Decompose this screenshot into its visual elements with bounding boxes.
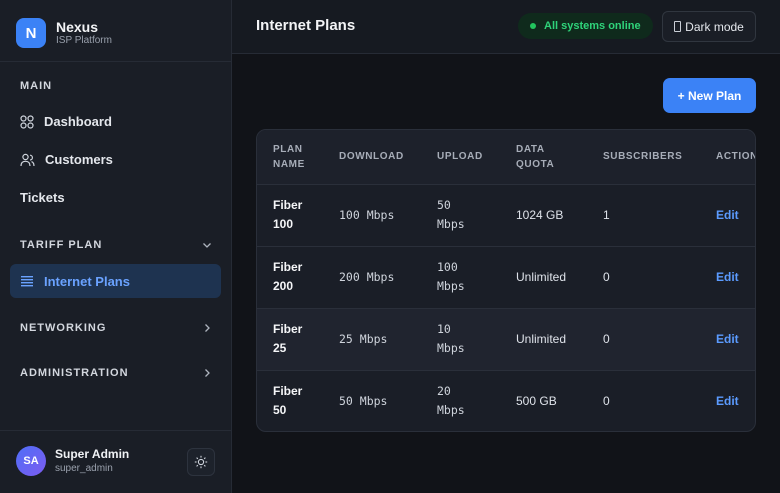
sidebar-item-dashboard[interactable]: Dashboard <box>20 114 112 129</box>
sidebar-item-label: Internet Plans <box>44 273 130 289</box>
upload-cell: 10 Mbps <box>421 308 500 371</box>
section-label-main: MAIN <box>20 80 53 92</box>
grid-icon <box>20 114 34 129</box>
status-dot-icon <box>530 23 536 29</box>
subscribers-cell: 0 <box>587 308 700 371</box>
sidebar-divider <box>0 61 231 62</box>
upload-cell: 100 Mbps <box>421 246 500 309</box>
section-toggle-tariff-plan[interactable]: TARIFF PLAN <box>20 239 212 251</box>
table-row: Fiber 100 100 Mbps 50 Mbps 1024 GB 1 Edi… <box>257 184 755 247</box>
quota-cell: Unlimited <box>500 308 587 371</box>
section-label-networking: NETWORKING <box>20 322 107 334</box>
phone-icon <box>674 21 682 32</box>
list-icon <box>21 276 33 287</box>
quota-cell: 500 GB <box>516 393 557 408</box>
theme-toggle-button[interactable] <box>187 448 215 476</box>
avatar: SA <box>16 446 46 476</box>
column-header: ACTIONS <box>700 130 755 185</box>
section-label-tariff-plan: TARIFF PLAN <box>20 239 103 251</box>
chevron-down-icon <box>203 243 211 248</box>
download-cell: 200 Mbps <box>323 246 421 309</box>
quota-cell: Unlimited <box>500 246 587 309</box>
status-badge: All systems online <box>518 13 653 39</box>
brand-subtitle: ISP Platform <box>56 35 112 46</box>
status-text: All systems online <box>544 20 641 32</box>
brand[interactable]: N Nexus ISP Platform <box>16 17 112 49</box>
dark-mode-button[interactable]: Dark mode <box>662 11 756 42</box>
subscribers-cell: 0 <box>587 246 700 309</box>
edit-link[interactable]: Edit <box>700 370 755 431</box>
sidebar: N Nexus ISP Platform MAIN Dashboard Cust… <box>0 0 232 493</box>
column-header: DATA QUOTA <box>500 130 587 185</box>
table-header-row: PLAN NAME DOWNLOAD UPLOAD DATA QUOTA SUB… <box>257 130 755 185</box>
table-row: Fiber 50 50 Mbps 20 Mbps 500 GB 0 Edit <box>257 370 755 431</box>
edit-link[interactable]: Edit <box>700 308 755 371</box>
new-plan-button[interactable]: + New Plan <box>663 78 756 113</box>
brand-logo: N <box>16 18 46 48</box>
sidebar-item-internet-plans[interactable]: Internet Plans <box>10 264 221 298</box>
column-header: DOWNLOAD <box>323 130 421 185</box>
plan-name-cell: Fiber 25 <box>257 308 323 371</box>
sidebar-item-customers[interactable]: Customers <box>20 152 113 167</box>
download-cell: 50 Mbps <box>339 393 388 408</box>
plan-name-cell: Fiber 50 <box>273 384 303 418</box>
chevron-right-icon <box>205 324 210 332</box>
users-icon <box>20 153 35 166</box>
quota-cell: 1024 GB <box>500 184 587 247</box>
user-profile[interactable]: SA Super Admin super_admin <box>16 446 129 476</box>
page-title: Internet Plans <box>256 17 356 34</box>
plans-table-card: PLAN NAME DOWNLOAD UPLOAD DATA QUOTA SUB… <box>256 129 756 432</box>
download-cell: 25 Mbps <box>323 308 421 371</box>
user-handle: super_admin <box>55 463 113 474</box>
sidebar-item-label: Dashboard <box>44 114 112 129</box>
section-label-administration: ADMINISTRATION <box>20 367 129 379</box>
section-toggle-networking[interactable]: NETWORKING <box>20 322 212 334</box>
download-cell: 100 Mbps <box>323 184 421 247</box>
top-bar: Internet Plans All systems online Dark m… <box>232 0 780 54</box>
table-row: Fiber 25 25 Mbps 10 Mbps Unlimited 0 Edi… <box>257 308 755 371</box>
upload-cell: 50 Mbps <box>421 184 500 247</box>
dark-mode-label: Dark mode <box>685 19 744 34</box>
table-row: Fiber 200 200 Mbps 100 Mbps Unlimited 0 … <box>257 246 755 309</box>
sun-icon <box>194 455 208 469</box>
sidebar-item-label: Customers <box>45 152 113 167</box>
sidebar-item-label: Tickets <box>20 190 65 205</box>
plans-table: PLAN NAME DOWNLOAD UPLOAD DATA QUOTA SUB… <box>257 130 755 431</box>
edit-link[interactable]: Edit <box>700 246 755 309</box>
brand-name: Nexus <box>56 19 99 35</box>
section-toggle-administration[interactable]: ADMINISTRATION <box>20 367 212 379</box>
column-header: SUBSCRIBERS <box>587 130 700 185</box>
upload-cell: 20 Mbps <box>437 384 465 418</box>
plan-name-cell: Fiber 100 <box>257 184 323 247</box>
subscribers-cell: 1 <box>587 184 700 247</box>
column-header: PLAN NAME <box>257 130 323 185</box>
sidebar-item-tickets[interactable]: Tickets <box>20 190 65 205</box>
sidebar-divider <box>0 430 231 431</box>
plan-name-cell: Fiber 200 <box>257 246 323 309</box>
edit-link[interactable]: Edit <box>700 184 755 247</box>
column-header: UPLOAD <box>421 130 500 185</box>
chevron-right-icon <box>205 369 210 377</box>
subscribers-cell: 0 <box>603 393 610 408</box>
user-name: Super Admin <box>55 447 130 461</box>
